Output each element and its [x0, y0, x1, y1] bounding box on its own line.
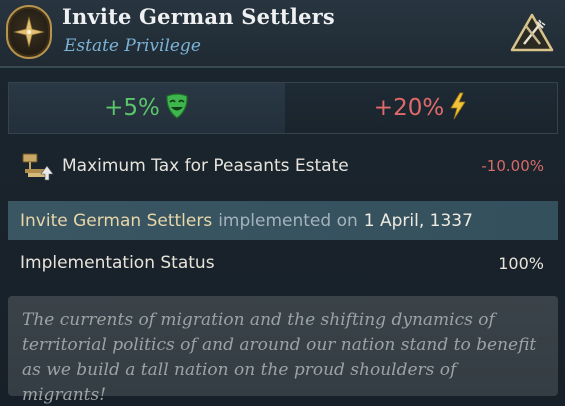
compass-star-icon [6, 5, 52, 59]
tooltip-header: Invite German Settlers Estate Privilege [0, 0, 565, 68]
implementation-date: 1 April, 1337 [363, 210, 473, 231]
privilege-type: Estate Privilege [64, 36, 201, 56]
privilege-tooltip: Invite German Settlers Estate Privilege … [0, 0, 565, 406]
tax-modifier-label: Maximum Tax for Peasants Estate [62, 156, 349, 176]
implemented-privilege-name: Invite German Settlers [20, 210, 213, 231]
scales-arrow-icon [20, 148, 56, 184]
lightning-icon [448, 92, 468, 124]
implementation-status-row: Implementation Status 100% [20, 246, 550, 280]
tax-modifier-row: Maximum Tax for Peasants Estate -10.00% [20, 146, 550, 186]
implementation-status-value: 100% [498, 253, 544, 273]
pitchfork-triangle-icon [509, 10, 555, 56]
implementation-date-row: Invite German Settlers implemented on 1 … [8, 201, 558, 240]
happy-mask-icon [164, 92, 190, 124]
power-value: +20% [373, 95, 445, 121]
flavor-description: The currents of migration and the shifti… [8, 296, 558, 405]
implementation-status-label: Implementation Status [20, 253, 215, 273]
privilege-title: Invite German Settlers [62, 4, 335, 29]
modifier-bar: +5% +20% [8, 82, 558, 134]
implemented-on-text: implemented on [218, 210, 358, 231]
happiness-modifier: +5% [9, 83, 285, 133]
tax-modifier-value: -10.00% [481, 157, 544, 175]
power-modifier: +20% [285, 83, 557, 133]
happiness-value: +5% [104, 95, 160, 121]
